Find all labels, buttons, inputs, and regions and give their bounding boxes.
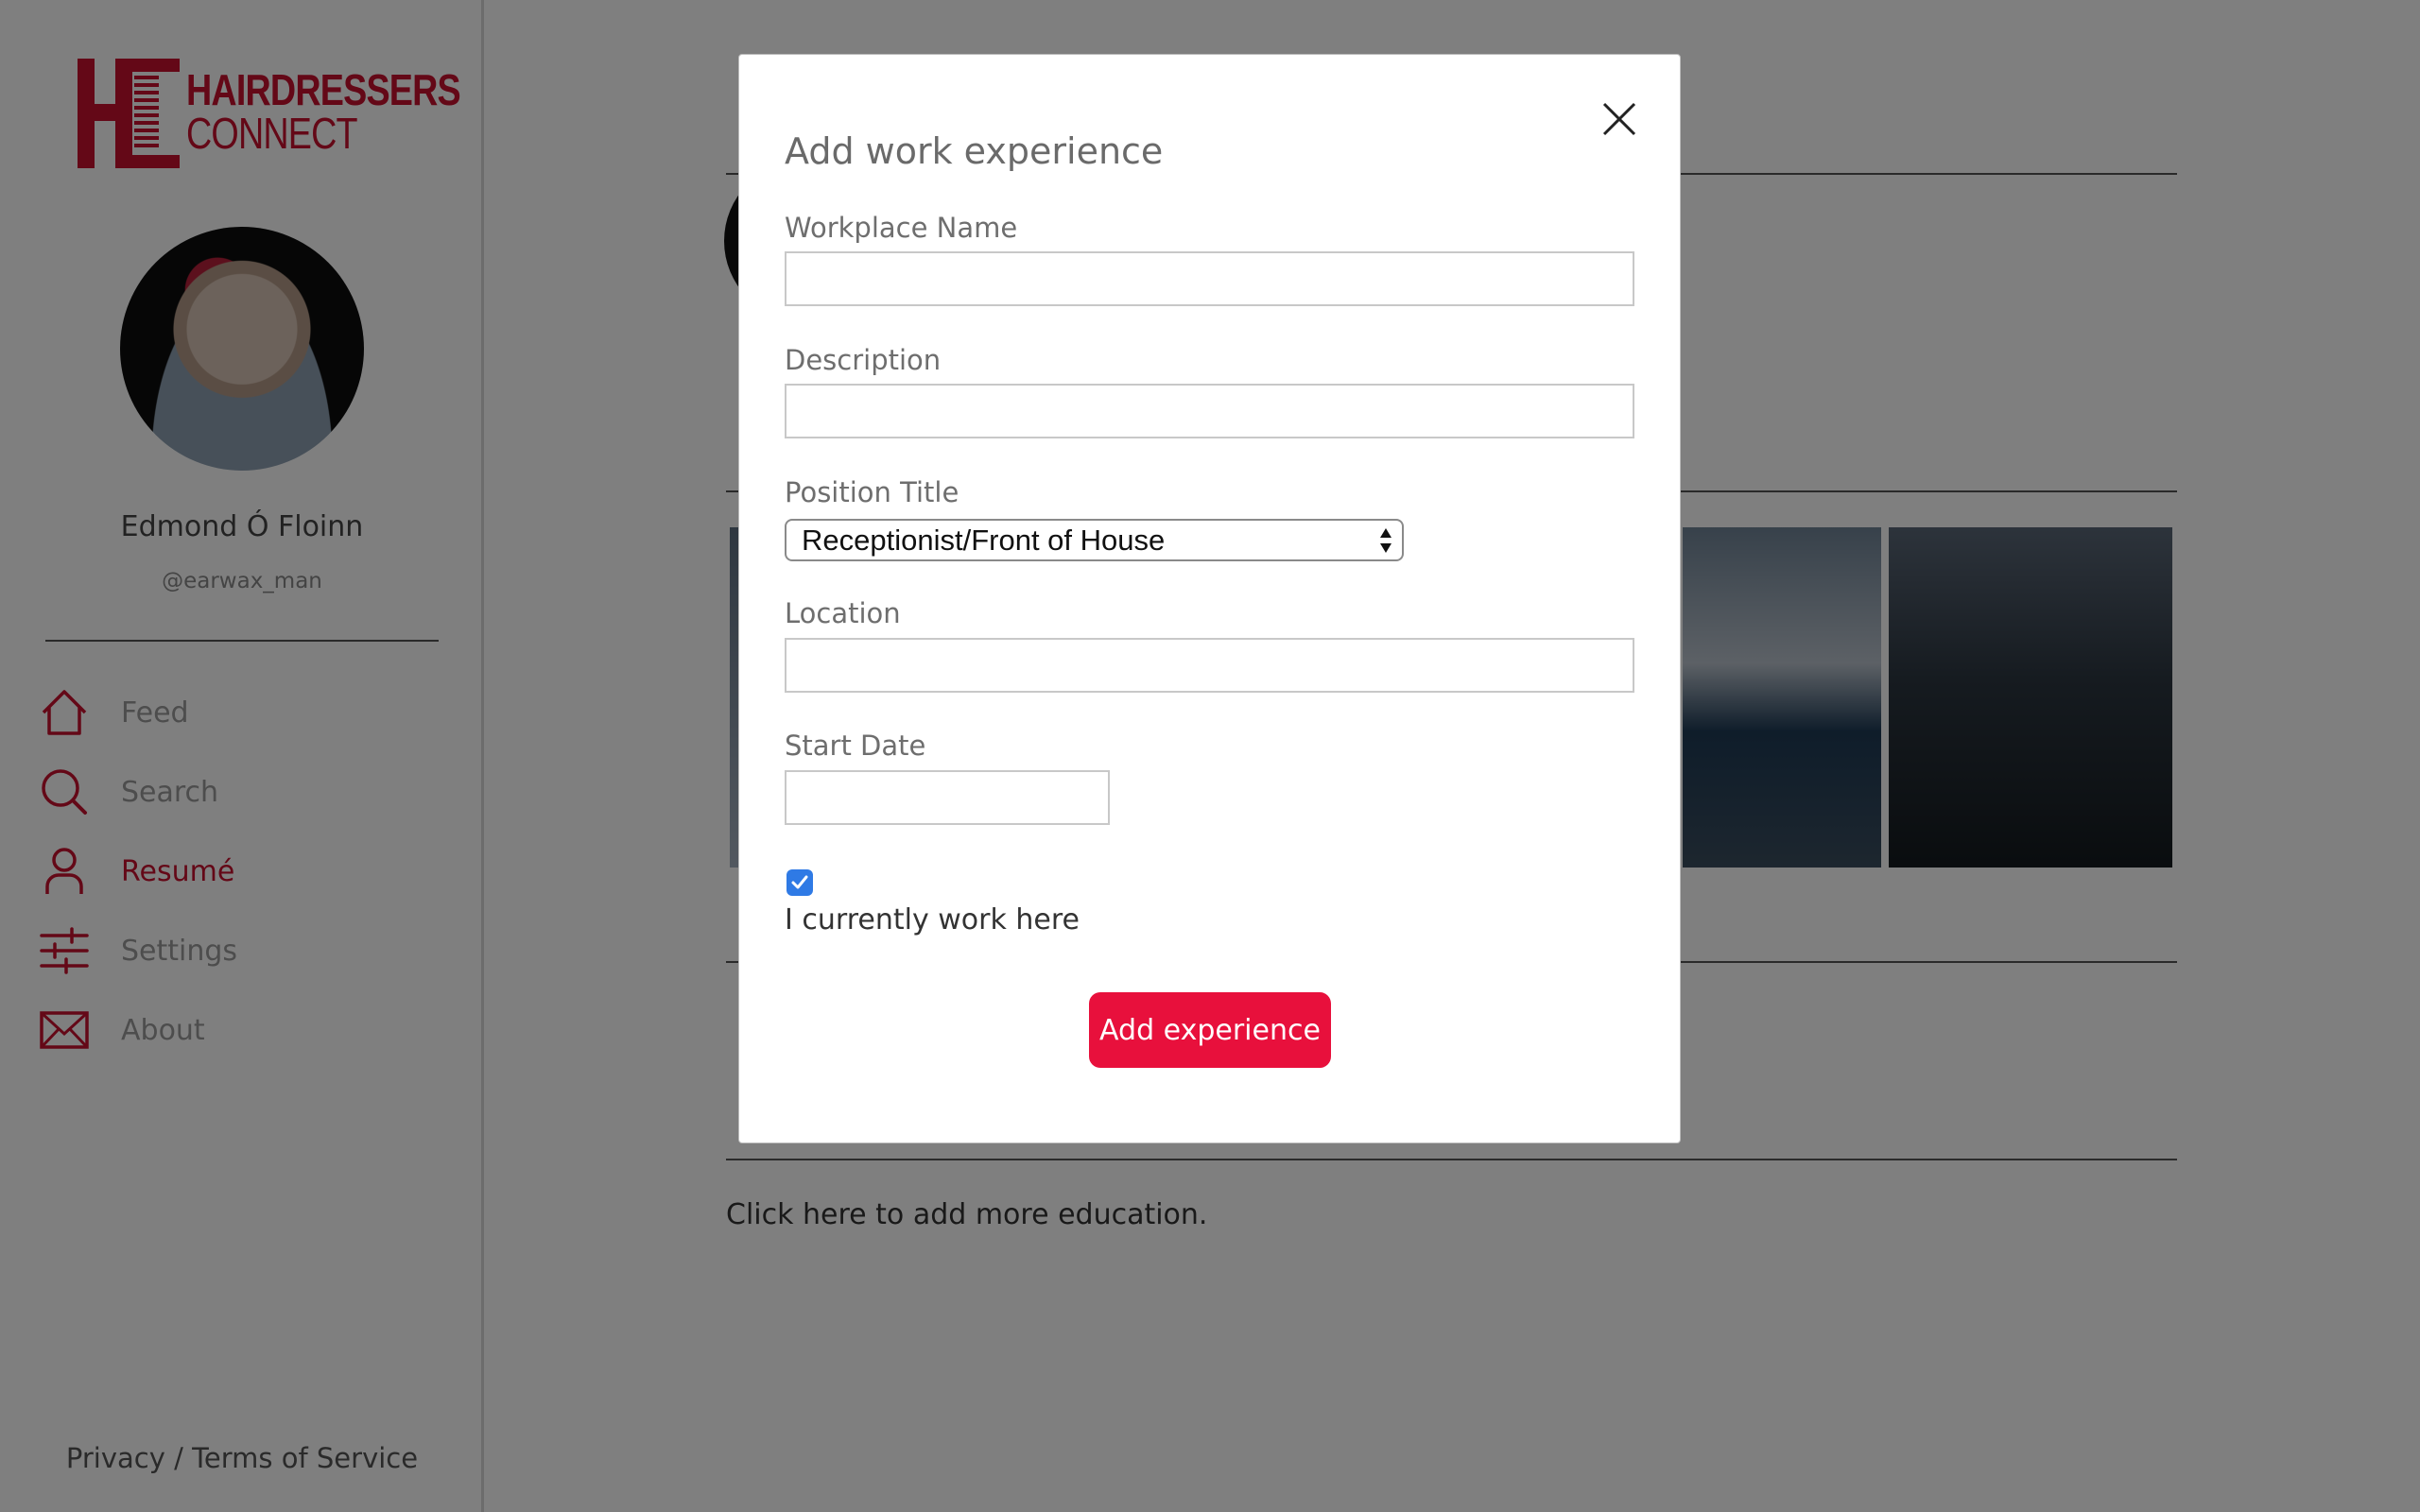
position-title-label: Position Title	[785, 476, 959, 508]
description-label: Description	[785, 344, 942, 376]
current-work-label: I currently work here	[785, 903, 1080, 936]
location-input[interactable]	[785, 638, 1634, 693]
add-experience-modal: Add work experience Workplace Name Descr…	[738, 54, 1681, 1143]
add-experience-button[interactable]: Add experience	[1089, 992, 1331, 1068]
current-work-checkbox[interactable]	[786, 869, 813, 896]
close-icon[interactable]	[1597, 96, 1642, 142]
description-input[interactable]	[785, 384, 1634, 438]
workplace-name-input[interactable]	[785, 251, 1634, 306]
start-date-label: Start Date	[785, 730, 926, 762]
start-date-input[interactable]	[785, 770, 1110, 825]
modal-title: Add work experience	[785, 130, 1164, 172]
location-label: Location	[785, 597, 901, 629]
position-title-selected: Receptionist/Front of House	[802, 523, 1166, 557]
select-arrows-icon	[1380, 528, 1392, 553]
workplace-name-label: Workplace Name	[785, 212, 1018, 244]
checkmark-icon	[791, 875, 808, 889]
position-title-select[interactable]: Receptionist/Front of House	[785, 519, 1404, 561]
